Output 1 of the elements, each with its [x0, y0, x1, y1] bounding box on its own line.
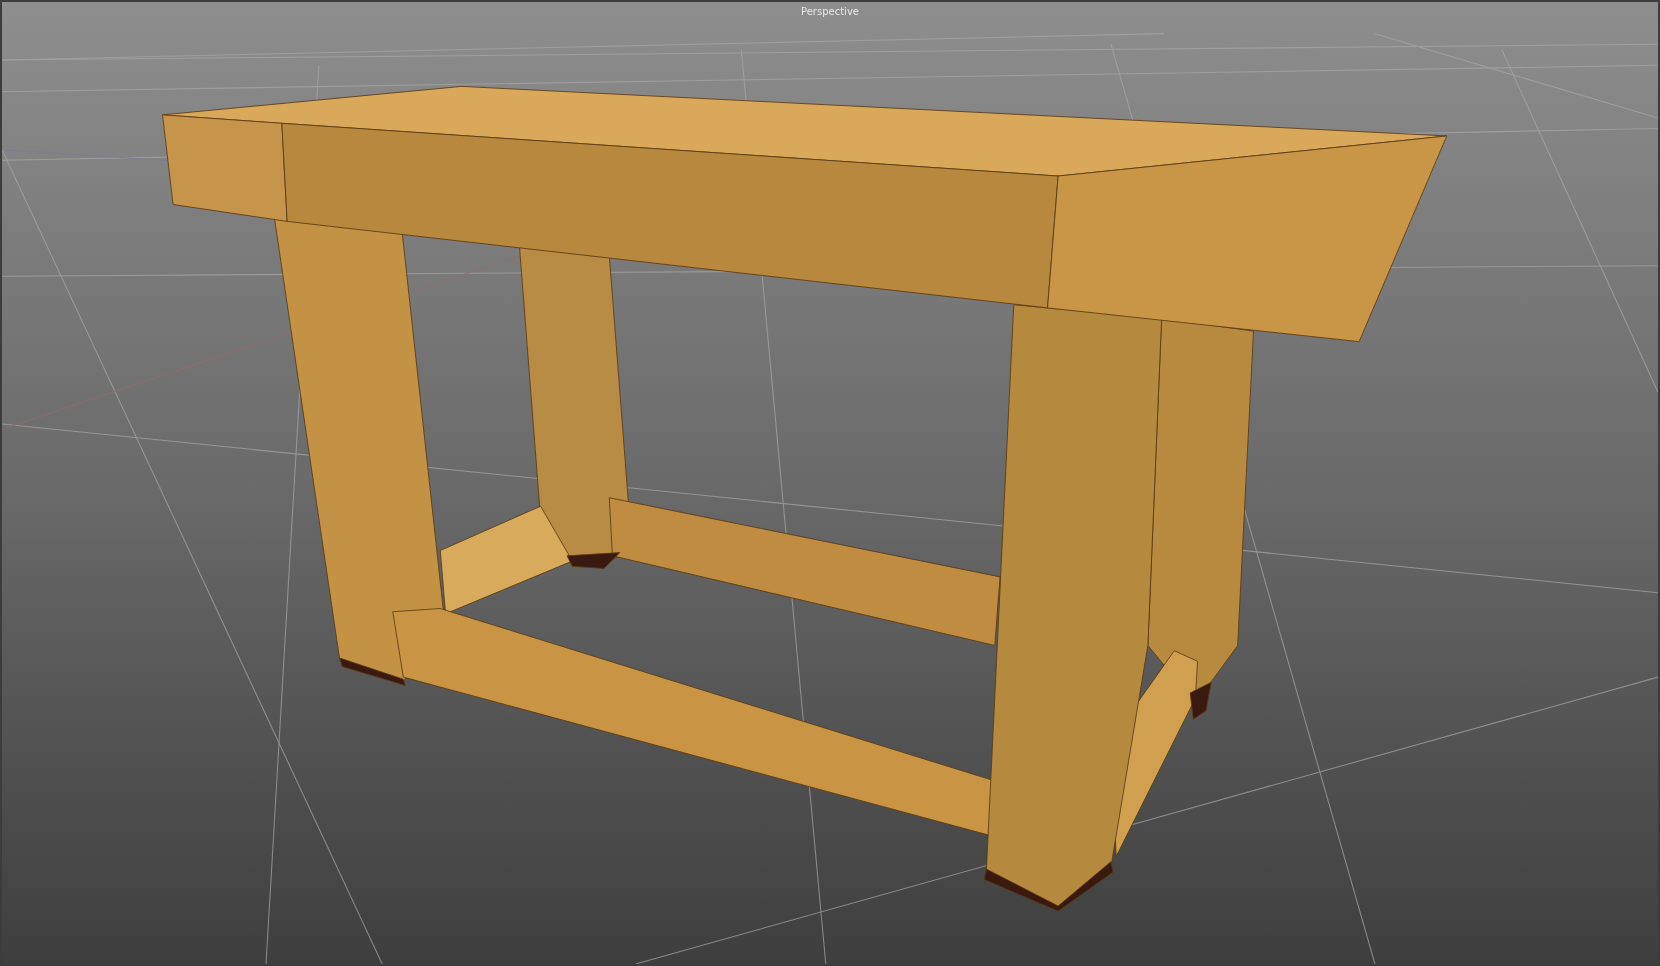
viewport-title: Perspective — [800, 6, 860, 17]
